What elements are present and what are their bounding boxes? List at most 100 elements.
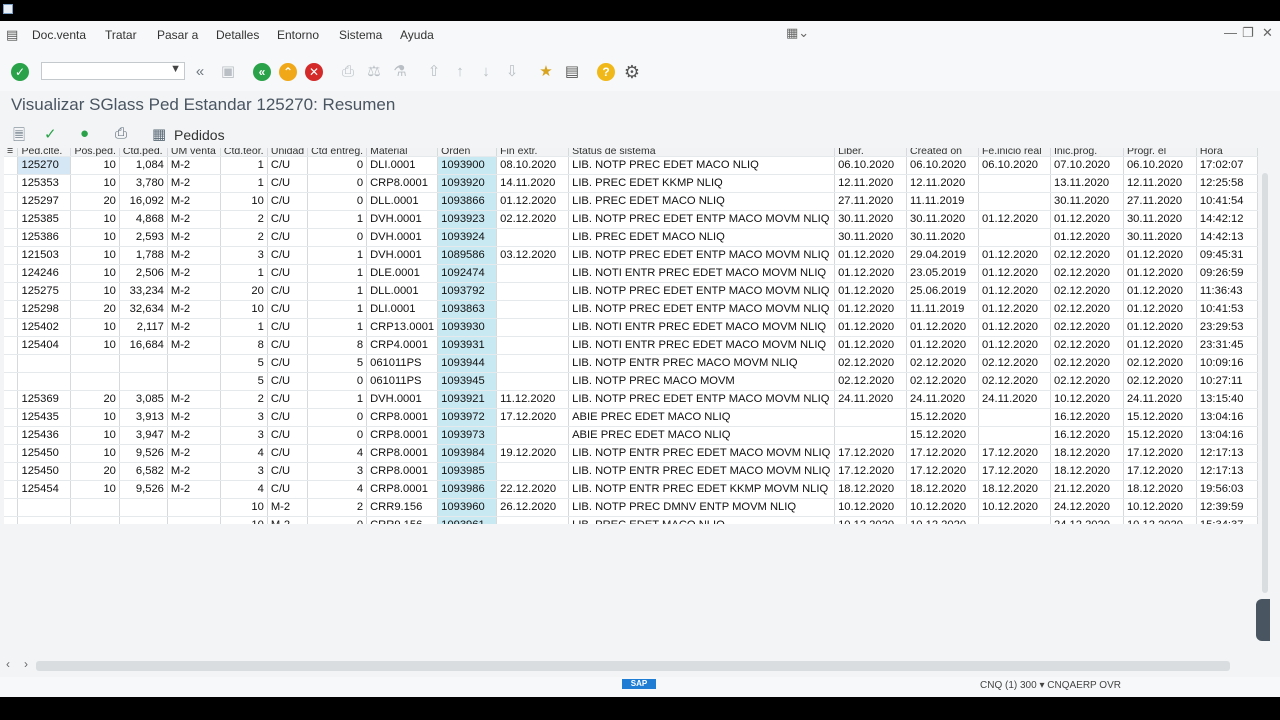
- grid-cell[interactable]: 2,593: [119, 228, 168, 247]
- grid-cell[interactable]: 1093973: [437, 426, 498, 445]
- grid-cell[interactable]: 32,634: [119, 300, 168, 319]
- grid-cell[interactable]: 0: [307, 372, 368, 391]
- row-selector[interactable]: [4, 516, 19, 524]
- col-header[interactable]: Unidad: [267, 148, 309, 157]
- grid-cell[interactable]: 12:17:13: [1196, 444, 1258, 463]
- grid-cell[interactable]: 01.12.2020: [1123, 300, 1197, 319]
- exit-icon[interactable]: ⌃: [279, 63, 297, 81]
- system-info[interactable]: CNQ (1) 300 ▾ CNQAERP OVR: [980, 680, 1121, 691]
- grid-cell[interactable]: 11.11.2019: [906, 300, 980, 319]
- row-selector[interactable]: [4, 318, 19, 337]
- grid-cell[interactable]: 02.12.2020: [1050, 246, 1124, 265]
- grid-cell[interactable]: 30.11.2020: [1050, 192, 1124, 211]
- grid-cell[interactable]: 15.12.2020: [1123, 408, 1197, 427]
- grid-cell[interactable]: 13.11.2020: [1050, 174, 1124, 193]
- grid-cell[interactable]: 1093961: [437, 516, 498, 524]
- grid-cell[interactable]: 01.12.2020: [978, 282, 1051, 301]
- grid-cell[interactable]: C/U: [267, 354, 309, 373]
- grid-cell[interactable]: 6,582: [119, 462, 168, 481]
- grid-cell[interactable]: C/U: [267, 372, 309, 391]
- grid-cell[interactable]: [167, 354, 221, 373]
- grid-cell[interactable]: [496, 300, 570, 319]
- grid-cell[interactable]: 01.12.2020: [978, 336, 1051, 355]
- grid-cell[interactable]: 18.12.2020: [1050, 444, 1124, 463]
- grid-cell[interactable]: 15.12.2020: [906, 426, 980, 445]
- grid-cell[interactable]: 02.12.2020: [906, 372, 980, 391]
- col-header[interactable]: UM venta: [167, 148, 221, 157]
- grid-cell[interactable]: 18.12.2020: [834, 480, 908, 499]
- grid-cell[interactable]: 17.12.2020: [496, 408, 570, 427]
- col-header[interactable]: Hora: [1196, 148, 1258, 157]
- grid-cell[interactable]: C/U: [267, 462, 309, 481]
- grid-cell[interactable]: [496, 426, 570, 445]
- grid-cell[interactable]: 10: [70, 228, 120, 247]
- grid-cell[interactable]: 1093972: [437, 408, 498, 427]
- grid-cell[interactable]: [496, 282, 570, 301]
- table-row[interactable]: 125369 20 3,085 M-2 2 C/U 1 DVH.0001 1093921 11.1…: [4, 390, 1258, 409]
- grid-cell[interactable]: CRR9.156: [366, 516, 439, 524]
- table-row[interactable]: 10M-20CRR9.1561093961 LIB. PREC EDET MACO…: [4, 516, 1258, 524]
- grid-cell[interactable]: C/U: [267, 300, 309, 319]
- grid-cell[interactable]: LIB. NOTI ENTR PREC EDET MACO MOVM NLIQ: [568, 264, 836, 283]
- table-row[interactable]: 124246 10 2,506 M-2 1 C/U 1 DLE.0001 1092474 LIB.…: [4, 264, 1258, 283]
- grid-cell[interactable]: 20: [70, 300, 120, 319]
- grid-cell[interactable]: 1092474: [437, 264, 498, 283]
- grid-cell[interactable]: C/U: [267, 156, 309, 175]
- grid-cell[interactable]: 125298: [17, 300, 72, 319]
- grid-cell[interactable]: CRP8.0001: [366, 480, 439, 499]
- grid-cell[interactable]: 1093923: [437, 210, 498, 229]
- last-page-icon[interactable]: ⇩: [503, 63, 521, 81]
- table-row[interactable]: 125275 10 33,234 M-2 20 C/U 1 DLL.0001 1093792 LI…: [4, 282, 1258, 301]
- grid-cell[interactable]: 1093920: [437, 174, 498, 193]
- grid-cell[interactable]: 01.12.2020: [834, 318, 908, 337]
- double-left-icon[interactable]: «: [191, 63, 209, 81]
- grid-cell[interactable]: LIB. NOTI ENTR PREC EDET MACO MOVM NLIQ: [568, 318, 836, 337]
- grid-cell[interactable]: 3: [220, 426, 268, 445]
- grid-cell[interactable]: 30.11.2020: [1123, 210, 1197, 229]
- grid-cell[interactable]: 1093944: [437, 354, 498, 373]
- table-row[interactable]: 125450 20 6,582 M-2 3 C/U 3 CRP8.0001 1093985 LIB…: [4, 462, 1258, 481]
- grid-cell[interactable]: 02.12.2020: [1050, 318, 1124, 337]
- grid-cell[interactable]: 10: [70, 282, 120, 301]
- col-header[interactable]: Ped.clte.: [17, 148, 72, 157]
- grid-cell[interactable]: 10: [70, 210, 120, 229]
- create-session-icon[interactable]: ★: [537, 63, 555, 81]
- grid-cell[interactable]: LIB. NOTP PREC EDET ENTP MACO MOVM NLIQ: [568, 390, 836, 409]
- grid-cell[interactable]: LIB. PREC EDET MACO NLIQ: [568, 516, 836, 524]
- pedidos-button[interactable]: Pedidos: [174, 127, 225, 143]
- menu-detalles[interactable]: Detalles: [216, 28, 259, 42]
- grid-cell[interactable]: [978, 228, 1051, 247]
- grid-cell[interactable]: 02.12.2020: [1050, 336, 1124, 355]
- row-selector[interactable]: [4, 354, 19, 373]
- grid-cell[interactable]: M-2: [167, 156, 221, 175]
- grid-cell[interactable]: 26.12.2020: [496, 498, 570, 517]
- grid-cell[interactable]: [17, 354, 72, 373]
- grid-cell[interactable]: 125270: [17, 156, 72, 175]
- grid-cell[interactable]: 12.11.2020: [906, 174, 980, 193]
- grid-cell[interactable]: 5: [307, 354, 368, 373]
- col-header[interactable]: Fin extr.: [496, 148, 570, 157]
- grid-cell[interactable]: 1093924: [437, 228, 498, 247]
- grid-cell[interactable]: 14:42:12: [1196, 210, 1258, 229]
- grid-cell[interactable]: LIB. NOTP PREC EDET MACO NLIQ: [568, 156, 836, 175]
- horizontal-scrollbar[interactable]: [36, 661, 1230, 671]
- table-row[interactable]: 125404 10 16,684 M-2 8 C/U 8 CRP4.0001 1093931 LI…: [4, 336, 1258, 355]
- table-row[interactable]: 125402 10 2,117 M-2 1 C/U 1 CRP13.0001 1093930 LI…: [4, 318, 1258, 337]
- grid-cell[interactable]: LIB. NOTP PREC EDET ENTP MACO MOVM NLIQ: [568, 246, 836, 265]
- grid-cell[interactable]: 9,526: [119, 480, 168, 499]
- grid-cell[interactable]: 3: [220, 246, 268, 265]
- grid-cell[interactable]: 24.11.2020: [978, 390, 1051, 409]
- row-selector[interactable]: [4, 192, 19, 211]
- table-row[interactable]: 125435 10 3,913 M-2 3 C/U 0 CRP8.0001 1093972 17.…: [4, 408, 1258, 427]
- grid-cell[interactable]: 061011PS: [366, 354, 439, 373]
- grid-cell[interactable]: 125450: [17, 444, 72, 463]
- col-header[interactable]: Liber.: [834, 148, 908, 157]
- grid-cell[interactable]: CRP8.0001: [366, 174, 439, 193]
- grid-cell[interactable]: CRP8.0001: [366, 426, 439, 445]
- menu-ayuda[interactable]: Ayuda: [400, 28, 434, 42]
- grid-cell[interactable]: 03.12.2020: [496, 246, 570, 265]
- table-row[interactable]: 10 M-2 2 CRR9.156 1093960 26.12.2020 LIB. NOTP…: [4, 498, 1258, 517]
- grid-cell[interactable]: C/U: [267, 318, 309, 337]
- grid-cell[interactable]: 23:29:53: [1196, 318, 1258, 337]
- grid-cell[interactable]: 1: [220, 174, 268, 193]
